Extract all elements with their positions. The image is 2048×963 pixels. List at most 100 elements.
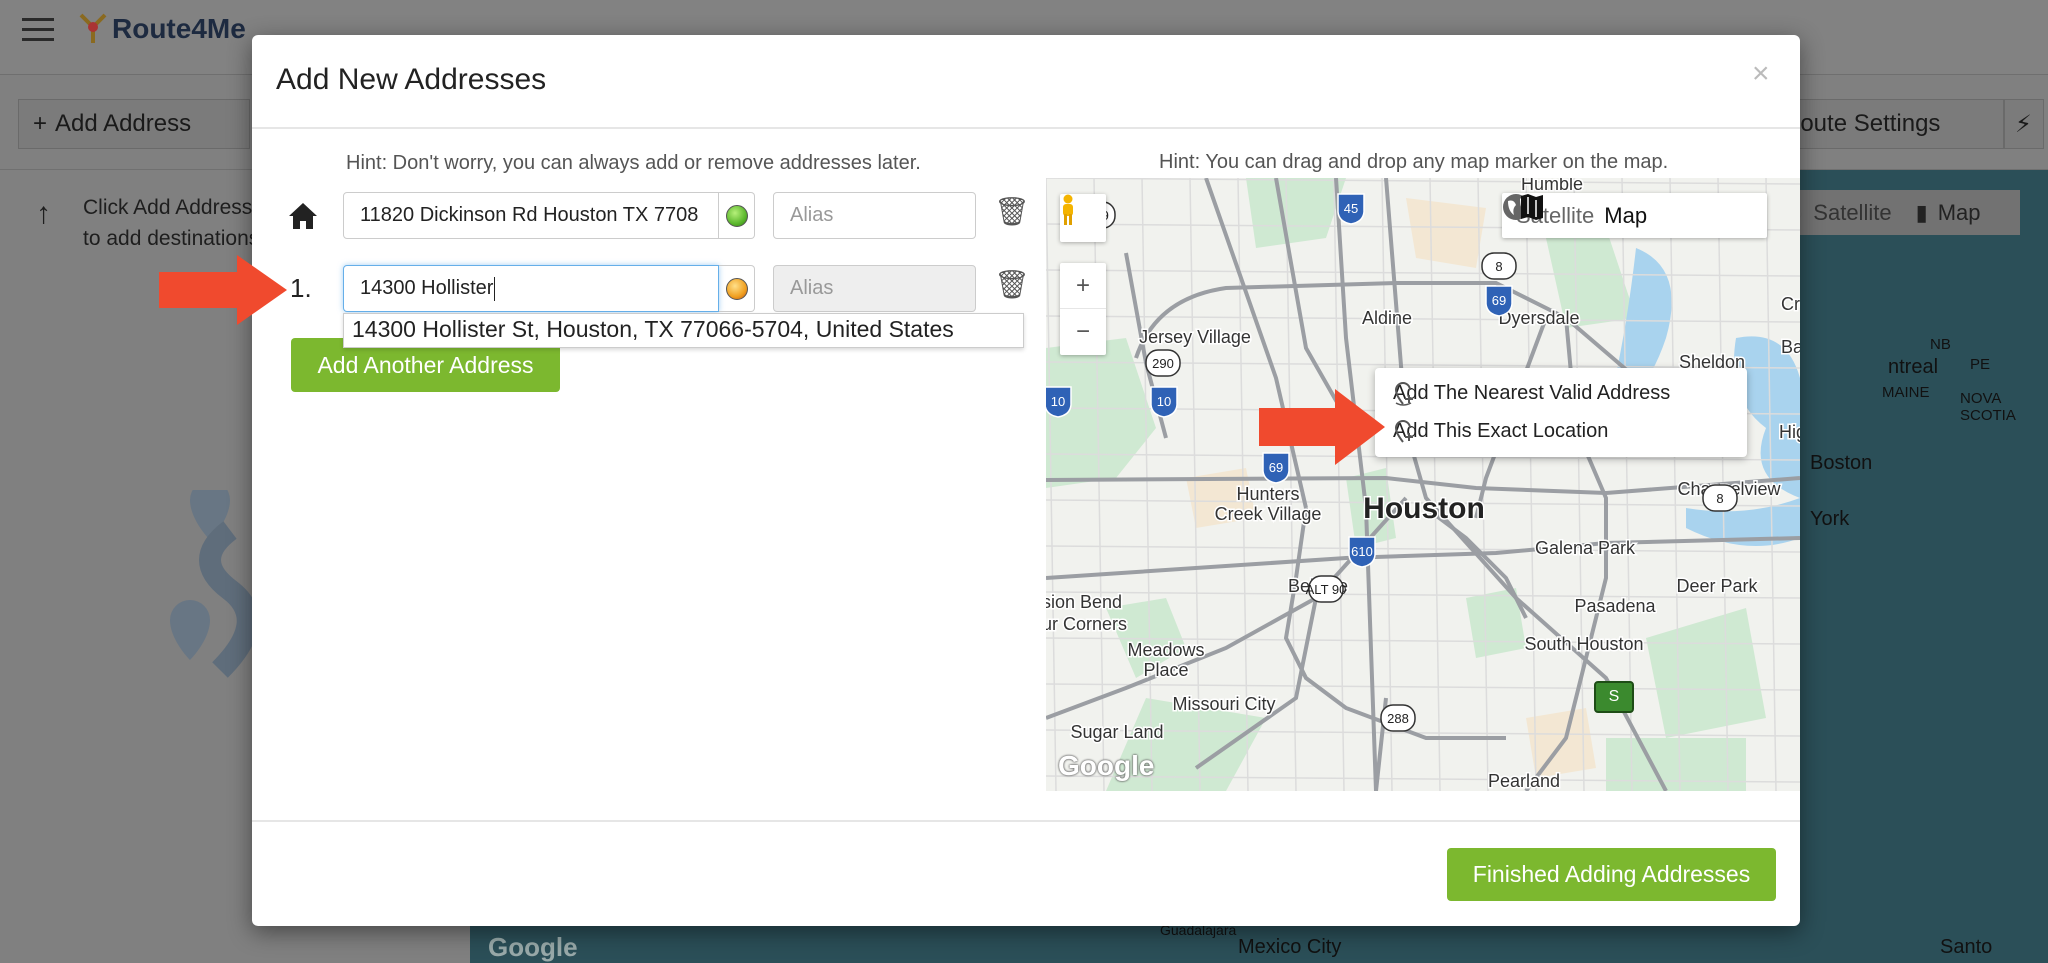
pin-plus-icon <box>1394 382 1413 406</box>
annotation-arrow-icon <box>1259 389 1385 465</box>
hamburger-menu-icon[interactable] <box>22 18 54 42</box>
highway-shield: 10 <box>1150 386 1178 418</box>
map-place-label: Houston <box>1363 492 1485 525</box>
highway-shield: ALT 90 <box>1306 575 1347 603</box>
alias-input[interactable]: Alias <box>773 192 976 239</box>
map-label: York <box>1810 508 1850 530</box>
hint-line-1: Click Add Address <box>83 196 253 219</box>
google-logo: Google <box>488 932 578 962</box>
map-place-label: Highl <box>1779 422 1800 442</box>
map-label: MAINE <box>1882 384 1930 401</box>
map-label-button[interactable]: Map <box>1938 200 1981 226</box>
status-orange-icon <box>725 277 748 300</box>
left-hint: Hint: Don't worry, you can always add or… <box>346 152 921 174</box>
logo-text: Route4Me <box>112 13 246 44</box>
address-input-depot[interactable]: 11820 Dickinson Rd Houston TX 7708 <box>343 192 719 239</box>
route-settings-label: Route Settings <box>1783 110 1941 137</box>
svg-text:8: 8 <box>1716 491 1723 506</box>
map-button[interactable]: Map <box>1604 203 1647 229</box>
map-place-label: Jersey Village <box>1139 327 1251 347</box>
highway-shield: 290 <box>1145 349 1181 377</box>
route4me-logo-icon <box>79 13 107 43</box>
logo[interactable]: Route4Me <box>78 12 246 46</box>
address-value: 14300 Hollister <box>360 277 494 299</box>
map-label: NOVA SCOTIA <box>1960 390 2016 424</box>
home-icon <box>289 203 317 229</box>
zoom-out-button[interactable]: − <box>1060 309 1106 355</box>
map-icon <box>1521 194 1543 220</box>
geocode-status <box>719 192 755 239</box>
map-context-menu: Add The Nearest Valid Address Add This E… <box>1375 368 1747 457</box>
row-number: 1. <box>290 273 312 303</box>
map-hint: Hint: You can drag and drop any map mark… <box>1159 151 1669 173</box>
svg-text:45: 45 <box>1344 201 1358 216</box>
map-label: Boston <box>1810 452 1873 474</box>
zoom-in-button[interactable]: + <box>1060 263 1106 309</box>
highway-shield: 45 <box>1337 193 1365 225</box>
map-label: Mexico City <box>1238 936 1342 958</box>
menu-item-add-exact-location[interactable]: Add This Exact Location <box>1393 420 1608 443</box>
google-map[interactable]: Humble Aldine Jersey Village Dyersdale Sheld… <box>1046 178 1800 791</box>
map-place-label: ur Corners <box>1046 614 1127 634</box>
map-label: PE <box>1970 356 1991 373</box>
highway-shield: 10 <box>1046 386 1072 418</box>
highway-shield: 69 <box>1485 285 1513 317</box>
svg-text:69: 69 <box>1492 293 1506 308</box>
map-place-label: Place <box>1143 660 1188 680</box>
finished-adding-addresses-button[interactable]: Finished Adding Addresses <box>1447 848 1776 901</box>
map-place-label: Pearland <box>1488 771 1560 791</box>
route-illustration-icon <box>170 490 259 678</box>
address-input-stop-1[interactable]: 14300 Hollister <box>343 265 719 312</box>
zoom-control: + − <box>1060 263 1106 355</box>
trash-icon[interactable]: 🗑 <box>994 268 1030 301</box>
menu-item-label: Add The Nearest Valid Address <box>1393 382 1671 404</box>
modal-title: Add New Addresses <box>276 63 547 96</box>
autocomplete-suggestion[interactable]: 14300 Hollister St, Houston, TX 77066-57… <box>343 313 1024 348</box>
hint-line-2: to add destinations <box>83 227 260 250</box>
annotation-arrow-icon <box>159 255 287 325</box>
alias-placeholder: Alias <box>790 277 834 299</box>
map-place-label: Barre <box>1781 337 1800 357</box>
highway-shield: 8 <box>1481 252 1517 280</box>
map-place-label: Creek Village <box>1215 504 1322 524</box>
map-place-label: Pasadena <box>1574 596 1656 616</box>
arrow-up-icon: ↑ <box>36 197 51 230</box>
svg-text:ALT 90: ALT 90 <box>1306 582 1347 597</box>
marker-label: S <box>1608 688 1620 705</box>
add-addresses-modal: Add New Addresses × Hint: Don't worry, y… <box>252 35 1800 926</box>
map-label: ntreal <box>1888 356 1939 378</box>
add-address-label: Add Address <box>55 110 192 137</box>
map-place-label: Deer Park <box>1676 576 1758 596</box>
geocode-status <box>719 265 755 312</box>
map-place-label: Hunters <box>1236 484 1299 504</box>
svg-text:610: 610 <box>1351 544 1373 559</box>
optimize-icon[interactable]: ⚡ <box>2004 99 2044 149</box>
menu-item-label: Add This Exact Location <box>1393 420 1609 442</box>
add-address-button[interactable]: + Add Address <box>18 99 250 149</box>
svg-text:8: 8 <box>1495 259 1502 274</box>
route-settings-button[interactable]: Route Settings <box>1780 99 2004 149</box>
footer-divider <box>252 820 1800 822</box>
background-map-type-control[interactable]: ◐Satellite ▮Map <box>1780 190 2020 235</box>
satellite-label[interactable]: Satellite <box>1813 200 1891 226</box>
street-view-pegman-icon[interactable] <box>1060 194 1106 242</box>
svg-text:288: 288 <box>1387 711 1409 726</box>
google-logo: Google <box>1058 750 1155 781</box>
alias-input[interactable]: Alias <box>773 265 976 312</box>
map-place-label: South Houston <box>1524 634 1643 654</box>
trash-icon[interactable]: 🗑 <box>994 195 1030 228</box>
alias-placeholder: Alias <box>790 204 834 226</box>
menu-item-add-nearest-valid-address[interactable]: Add The Nearest Valid Address <box>1393 382 1671 406</box>
map-place-label: Galena Park <box>1535 538 1636 558</box>
status-green-icon <box>725 204 748 227</box>
close-icon[interactable]: × <box>1752 57 1770 91</box>
start-marker[interactable]: S <box>1594 681 1634 713</box>
map-type-control: Satellite Map <box>1502 193 1767 238</box>
suggestion-text: 14300 Hollister St, Houston, TX 77066-57… <box>352 316 954 342</box>
svg-text:10: 10 <box>1157 394 1171 409</box>
plus-icon: + <box>33 110 48 137</box>
map-place-label: Sugar Land <box>1070 722 1163 742</box>
map-place-label: Dyersdale <box>1498 308 1579 328</box>
map-place-label: Cros <box>1781 294 1800 314</box>
pin-plus-icon <box>1394 420 1413 443</box>
